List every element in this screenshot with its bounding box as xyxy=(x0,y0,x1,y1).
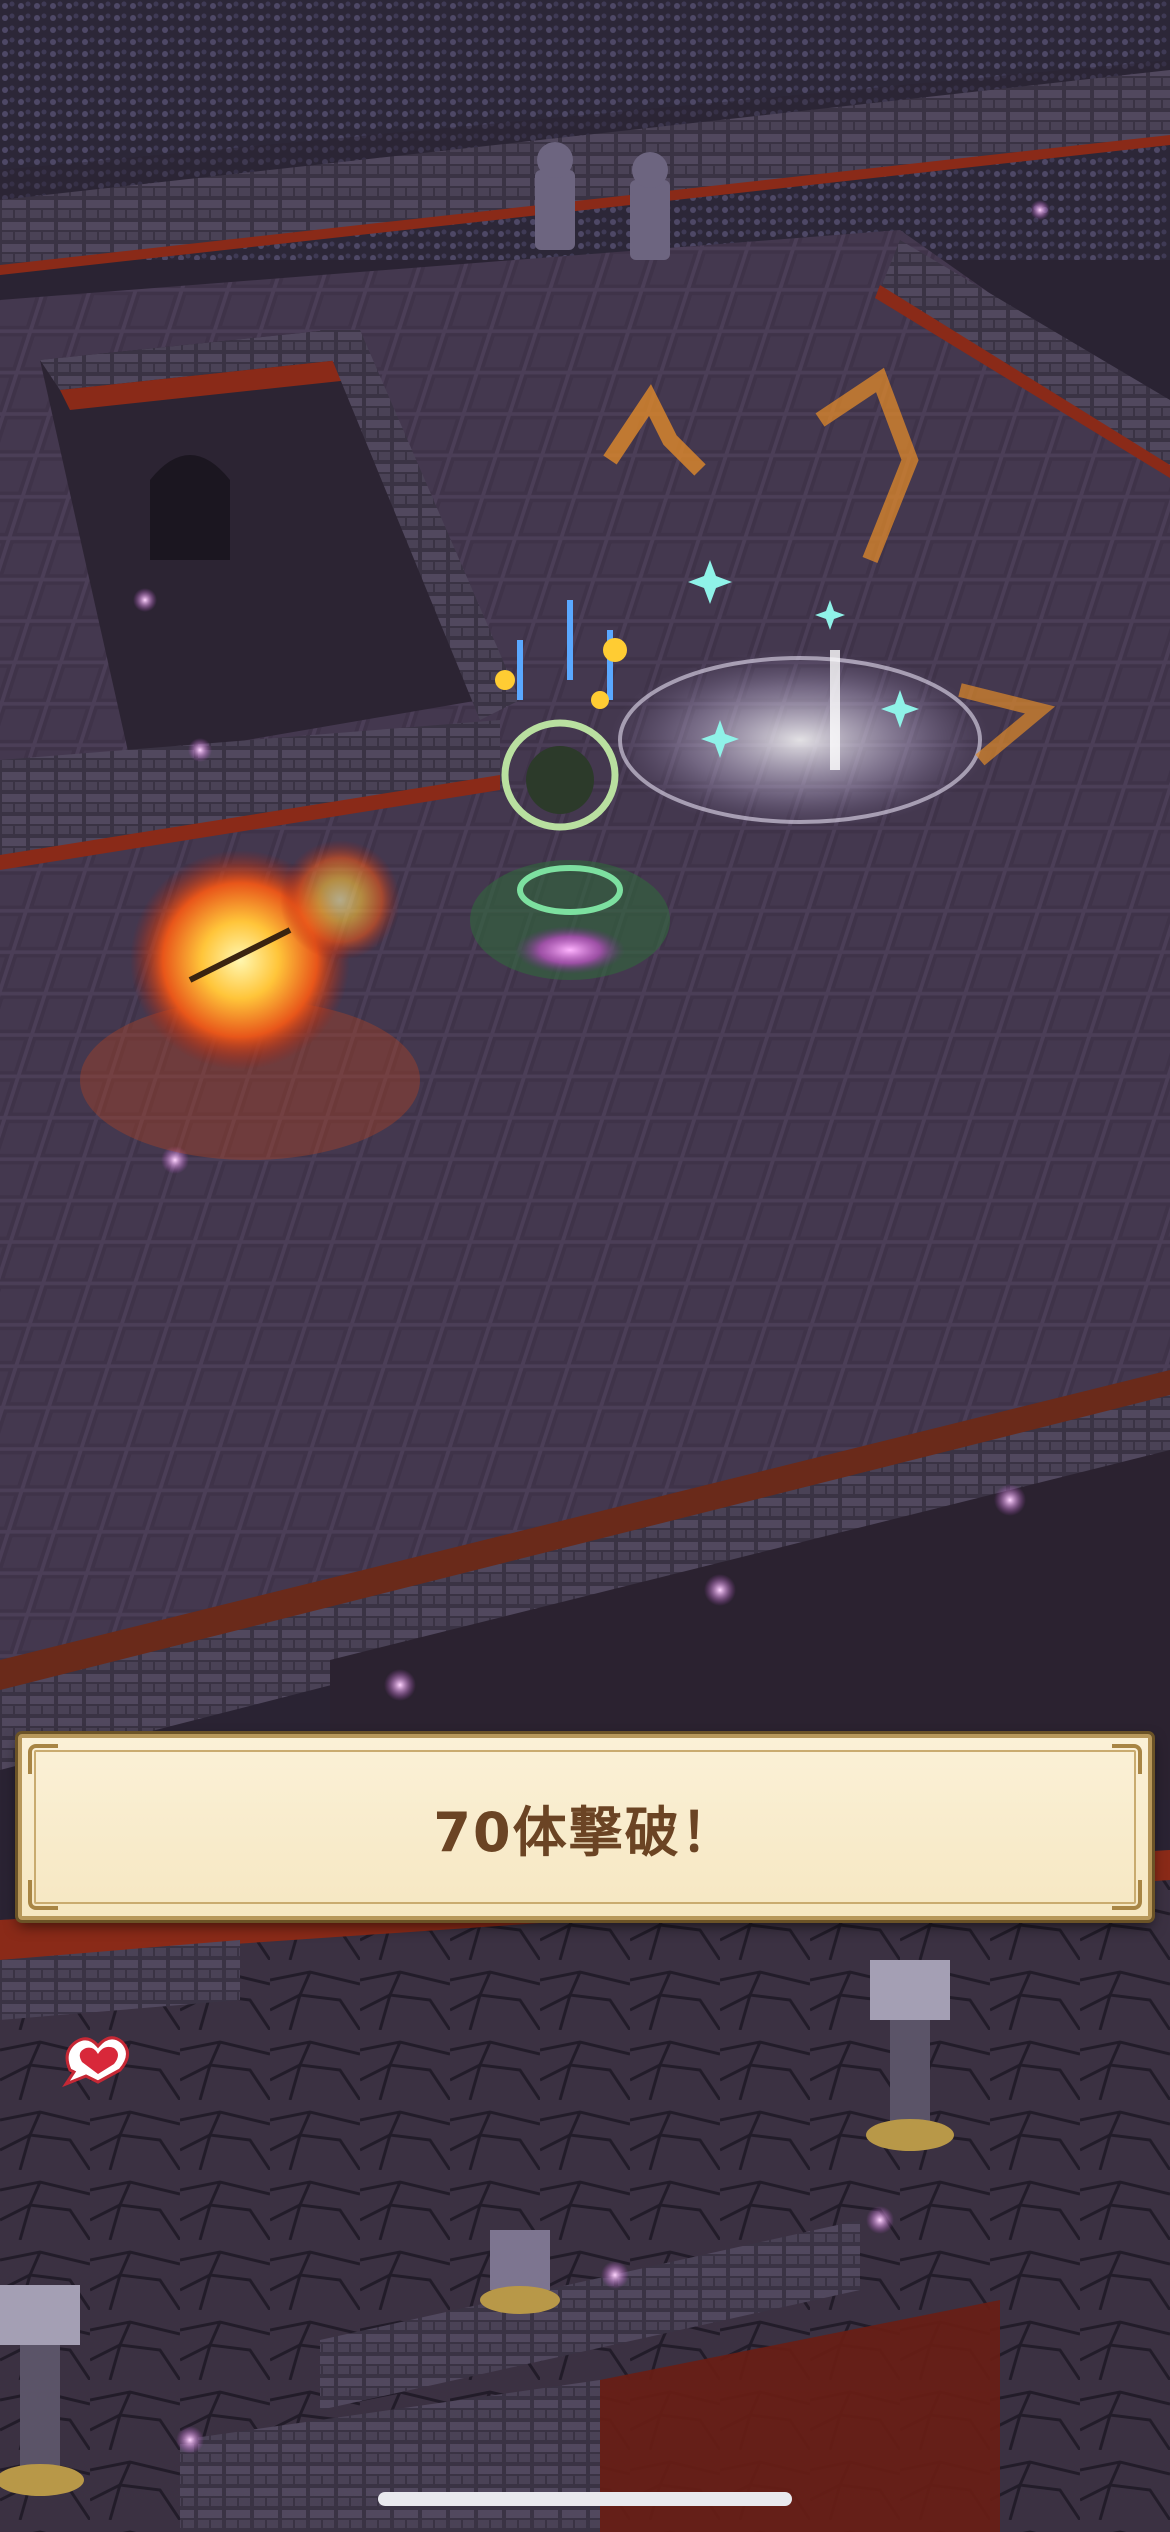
message-banner: 70体撃破！ xyxy=(18,1734,1152,1920)
heart-chat-icon[interactable] xyxy=(58,2022,138,2092)
defeat-count-message: 70体撃破！ xyxy=(433,1800,737,1864)
dungeon-background xyxy=(0,0,1170,2532)
home-indicator[interactable] xyxy=(378,2492,792,2506)
game-scene[interactable]: 70体撃破！ xyxy=(0,0,1170,2532)
